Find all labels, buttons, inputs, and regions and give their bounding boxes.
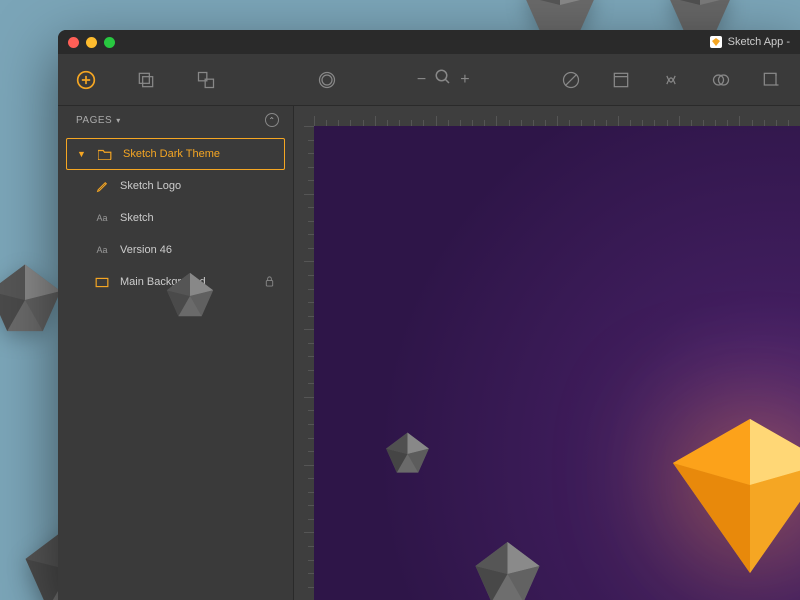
artboard-main-background[interactable]	[314, 126, 800, 600]
layer-row-folder[interactable]: ▼ Sketch Dark Theme	[66, 138, 285, 170]
traffic-close-button[interactable]	[68, 37, 79, 48]
layer-label: Sketch	[120, 212, 275, 224]
transform-button[interactable]	[660, 69, 682, 91]
pages-dropdown[interactable]: PAGES ▾	[76, 115, 121, 126]
mask-button[interactable]	[710, 69, 732, 91]
ruler-horizontal[interactable]	[314, 106, 800, 126]
symbol-button[interactable]	[317, 69, 337, 91]
ruler-vertical[interactable]	[294, 126, 314, 600]
layer-row-artboard[interactable]: Main Background	[66, 266, 285, 298]
artboard-icon	[94, 277, 110, 288]
chevron-down-icon: ▾	[116, 116, 121, 125]
collapse-pages-button[interactable]: ⌃	[265, 113, 279, 127]
rotate-button[interactable]	[560, 69, 582, 91]
edit-button[interactable]	[610, 69, 632, 91]
text-icon: Aa	[94, 245, 110, 255]
zoom-controls: − +	[417, 68, 470, 91]
layers-sidebar: PAGES ▾ ⌃ ▼ Sketch Dark Theme	[58, 106, 294, 600]
folder-icon	[97, 148, 113, 160]
sketch-logo-shape[interactable]	[640, 406, 800, 591]
layer-row-shape[interactable]: Sketch Logo	[66, 170, 285, 202]
titlebar[interactable]: Sketch App -	[58, 30, 800, 54]
zoom-icon[interactable]	[434, 68, 452, 91]
zoom-out-button[interactable]: −	[417, 71, 426, 89]
layer-label: Main Background	[120, 276, 254, 288]
text-icon: Aa	[94, 213, 110, 223]
layers-list: ▼ Sketch Dark Theme Sketch Logo Aa Sketc…	[58, 134, 293, 302]
layer-row-text[interactable]: Aa Version 46	[66, 234, 285, 266]
window-title-text: Sketch App -	[728, 36, 790, 48]
disclosure-triangle-icon[interactable]: ▼	[77, 149, 87, 159]
ruler-corner	[294, 106, 314, 126]
canvas[interactable]	[294, 106, 800, 600]
scale-button[interactable]	[760, 69, 782, 91]
layer-label: Sketch Logo	[120, 180, 275, 192]
layer-row-text[interactable]: Aa Sketch	[66, 202, 285, 234]
lock-icon[interactable]	[264, 275, 275, 290]
layer-label: Version 46	[120, 244, 275, 256]
traffic-maximize-button[interactable]	[104, 37, 115, 48]
pages-header: PAGES ▾ ⌃	[58, 106, 293, 134]
window-title: Sketch App -	[710, 30, 790, 54]
traffic-minimize-button[interactable]	[86, 37, 97, 48]
sketch-doc-icon	[710, 36, 722, 48]
insert-button[interactable]	[76, 69, 96, 91]
pencil-icon	[94, 180, 110, 193]
toolbar: − +	[58, 54, 800, 106]
app-window: Sketch App - − +	[58, 30, 800, 600]
group-button[interactable]	[136, 69, 156, 91]
zoom-in-button[interactable]: +	[460, 71, 469, 89]
layer-label: Sketch Dark Theme	[123, 148, 274, 160]
pages-label: PAGES	[76, 115, 112, 126]
ungroup-button[interactable]	[196, 69, 216, 91]
